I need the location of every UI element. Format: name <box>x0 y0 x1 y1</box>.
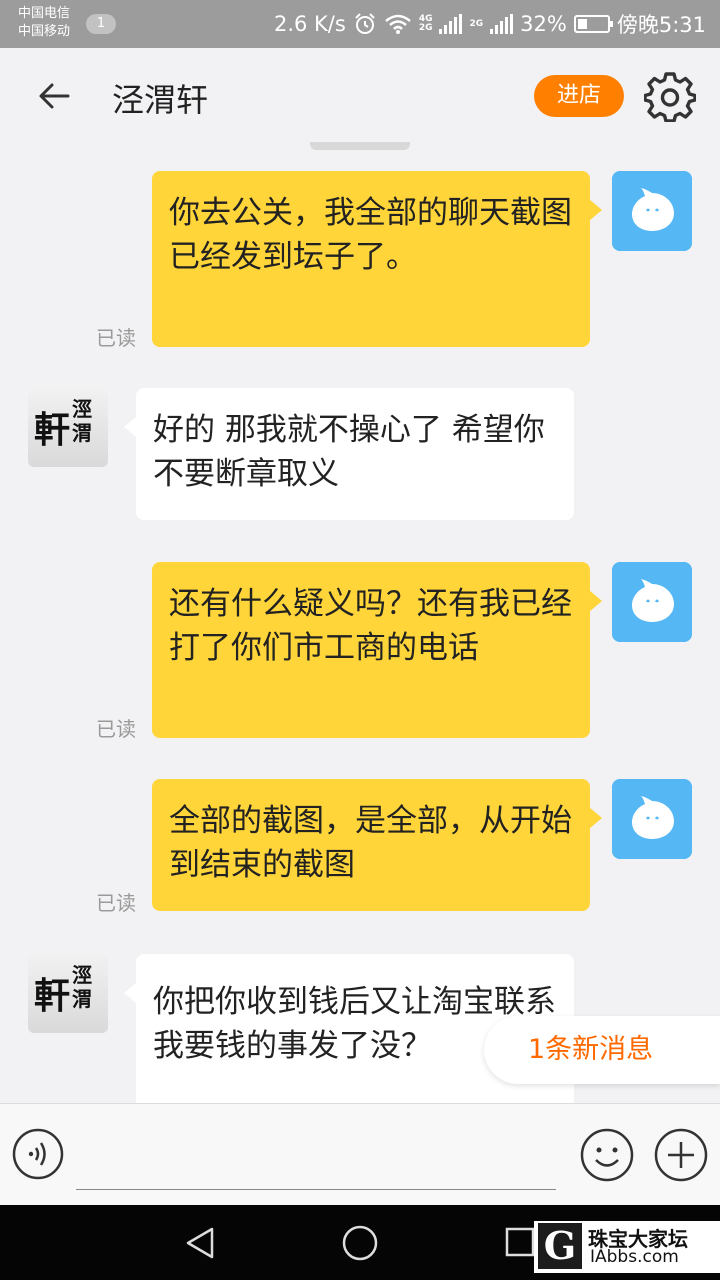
signal-icon-2 <box>490 14 514 34</box>
avatar-char-big: 軒 <box>34 409 71 451</box>
pull-handle <box>310 142 410 150</box>
battery-fill <box>577 19 587 29</box>
clock: 傍晚5:31 <box>616 13 706 37</box>
signal-icon-1 <box>439 14 463 34</box>
sim-badge: 1 <box>86 14 116 34</box>
message-text: 好的 那我就不操心了 希望你不要断章取义 <box>153 412 545 492</box>
network-type-1-bottom: 2G <box>418 23 433 33</box>
avatar-char-small: 涇渭 <box>72 963 92 1011</box>
message-bubble[interactable]: 还有什么疑义吗？还有我已经打了你们市工商的电话 <box>152 562 602 738</box>
network-speed: 2.6 K/s <box>273 12 346 36</box>
alarm-icon <box>355 13 375 34</box>
network-type-1: 4G 2G <box>419 15 433 33</box>
carrier-1: 中国电信 <box>18 6 71 21</box>
nav-recent-apps-icon[interactable] <box>505 1227 535 1257</box>
gear-icon[interactable] <box>644 70 696 122</box>
back-arrow-icon[interactable] <box>34 76 74 116</box>
chat-title: 泾渭轩 <box>112 81 209 119</box>
message-bubble[interactable]: 全部的截图，是全部，从开始到结束的截图 <box>152 779 602 911</box>
avatar-char-small-1: 涇 <box>72 963 92 987</box>
voice-icon[interactable] <box>12 1128 64 1180</box>
watermark-logo: G <box>538 1223 582 1269</box>
battery-icon <box>573 15 613 33</box>
nav-back-icon[interactable] <box>182 1225 218 1261</box>
avatar-char-small-1: 涇 <box>72 397 92 421</box>
site-watermark: G 珠宝大家坛 IAbbs.com <box>534 1221 720 1273</box>
message-text: 还有什么疑义吗？还有我已经打了你们市工商的电话 <box>169 586 572 666</box>
read-status: 已读 <box>96 717 136 741</box>
message-text: 你去公关，我全部的聊天截图已经发到坛子了。 <box>169 195 572 275</box>
network-type-2: 2G <box>469 18 484 29</box>
watermark-en-text: IAbbs.com <box>590 1247 679 1267</box>
user-avatar-icon[interactable] <box>612 779 692 859</box>
avatar-char-big: 軒 <box>34 975 71 1017</box>
status-bar: 中国电信 中国移动 1 2.6 K/s 4G 2G 2G 32% 傍晚5:31 <box>0 0 720 48</box>
shop-avatar[interactable]: 軒 涇渭 <box>28 953 108 1033</box>
read-status: 已读 <box>96 326 136 350</box>
carrier-2: 中国移动 <box>18 24 71 39</box>
emoji-icon[interactable] <box>580 1128 634 1182</box>
avatar-char-small-2: 渭 <box>72 421 92 445</box>
avatar-char-small: 涇渭 <box>72 397 92 445</box>
enter-shop-button[interactable]: 进店 <box>534 75 624 117</box>
new-message-indicator[interactable]: 1条新消息 <box>484 1016 720 1084</box>
message-bubble[interactable]: 你去公关，我全部的聊天截图已经发到坛子了。 <box>152 171 602 347</box>
user-avatar-icon[interactable] <box>612 171 692 251</box>
chat-header: 泾渭轩 进店 <box>0 48 720 146</box>
status-indicators: 2.6 K/s 4G 2G 2G 32% 傍晚5:31 <box>274 0 706 48</box>
input-bar <box>0 1103 720 1205</box>
read-status: 已读 <box>96 891 136 915</box>
message-text: 全部的截图，是全部，从开始到结束的截图 <box>169 803 572 883</box>
shop-avatar[interactable]: 軒 涇渭 <box>28 387 108 467</box>
carrier-names: 中国电信 中国移动 <box>18 5 70 41</box>
user-avatar-icon[interactable] <box>612 562 692 642</box>
message-bubble[interactable]: 好的 那我就不操心了 希望你不要断章取义 <box>124 388 574 520</box>
avatar-char-small-2: 渭 <box>72 987 92 1011</box>
wifi-icon <box>385 14 411 34</box>
nav-home-icon[interactable] <box>340 1223 380 1263</box>
message-input[interactable] <box>76 1132 556 1190</box>
plus-icon[interactable] <box>654 1128 708 1182</box>
battery-percent: 32% <box>520 12 567 36</box>
